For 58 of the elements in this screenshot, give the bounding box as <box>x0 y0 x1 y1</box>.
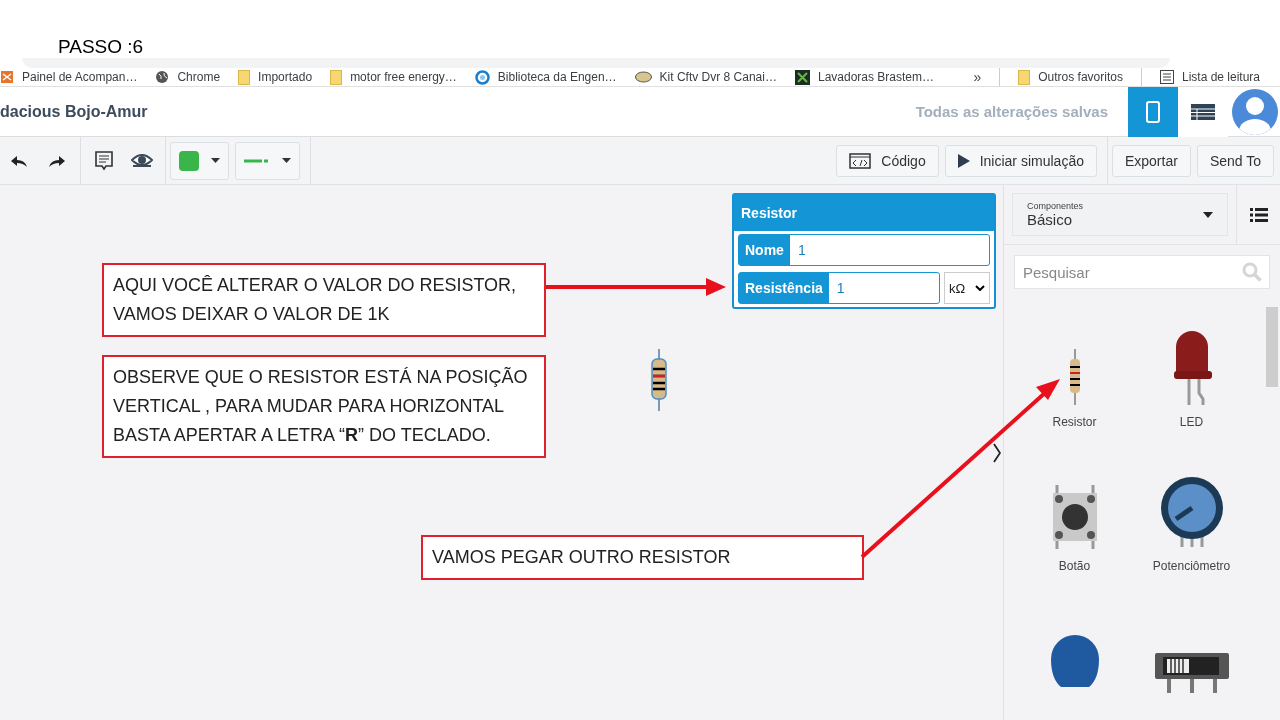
line-style-icon <box>244 157 270 164</box>
search-icon <box>1242 262 1262 282</box>
resistor-drawing[interactable] <box>650 349 668 411</box>
toolbar-button[interactable]: Código <box>836 144 939 177</box>
chip-icon <box>1146 100 1160 123</box>
toolbar-button[interactable]: Send To <box>1196 144 1274 177</box>
toolbar-button[interactable]: Exportar <box>1111 144 1191 177</box>
list-icon <box>1159 70 1174 84</box>
bookmark[interactable]: Kit Cftv Dvr 8 Canai… <box>634 70 777 84</box>
folder-icon <box>238 69 251 85</box>
folder-icon <box>1018 69 1031 85</box>
category-dropdown[interactable]: Componentes Básico <box>1012 193 1228 236</box>
annotation-text: OBSERVE QUE O RESISTOR ESTÁ NA POSIÇÃO VERTICAL , PARA MUDAR PARA HORIZONTAL BASTA APERTAR A LETRA “R” DO TECLADO. <box>102 355 546 458</box>
property-field[interactable]: Resistência 1 <box>738 272 940 304</box>
bookmark[interactable]: Lista de leitura <box>1159 70 1260 84</box>
slide-title: PASSO :6 <box>58 36 144 57</box>
bowl-icon <box>634 70 652 84</box>
component-label: Botão <box>1058 559 1091 573</box>
resistor-drawing <box>1067 349 1082 405</box>
unit-select[interactable]: kΩ <box>944 272 990 304</box>
bookmark[interactable]: Importado <box>238 69 313 85</box>
folder-icon <box>330 69 343 85</box>
color-picker[interactable] <box>170 141 229 180</box>
globe-icon <box>155 70 170 84</box>
component-label: Resistor <box>1052 415 1097 429</box>
color-swatch <box>179 150 199 171</box>
push-button-drawing <box>1050 485 1099 549</box>
component-label: Potenciômetro <box>1152 559 1231 573</box>
toolbar-button[interactable]: Iniciar simulação <box>944 144 1097 177</box>
tile-icon <box>794 69 810 85</box>
table-icon <box>1191 103 1215 120</box>
caret-icon <box>282 158 291 163</box>
scrollbar-thumb[interactable] <box>1266 307 1278 387</box>
caret-icon <box>211 158 220 163</box>
app-icon <box>0 70 14 84</box>
property-field[interactable]: Nome 1 <box>738 234 990 266</box>
save-status: Todas as alterações salvas <box>915 103 1108 120</box>
circuit-canvas[interactable] <box>0 185 1003 720</box>
code-icon <box>849 152 872 169</box>
bookmark[interactable]: Outros favoritos <box>1018 69 1123 85</box>
avatar[interactable] <box>1232 88 1278 135</box>
bookmark[interactable]: Painel de Acompan… <box>0 70 138 84</box>
annotation-text: VAMOS PEGAR OUTRO RESISTOR <box>421 535 864 580</box>
component-label: LED <box>1179 415 1204 429</box>
search-field[interactable]: Pesquisar <box>1014 255 1270 289</box>
more-bookmarks-button[interactable]: » <box>973 69 982 85</box>
ring-icon <box>474 69 490 85</box>
bookmark[interactable]: Lavadoras Brastem… <box>794 69 935 85</box>
caret-icon <box>1203 211 1213 218</box>
potentiometer-drawing <box>1159 477 1224 549</box>
project-title: dacious Bojo-Amur <box>0 102 148 121</box>
chevron-icon <box>975 285 985 291</box>
bookmark[interactable]: Biblioteca da Engen… <box>474 69 617 85</box>
panel-title: Resistor <box>734 195 994 231</box>
annotation-text: AQUI VOCÊ ALTERAR O VALOR DO RESISTOR, VAMOS DEIXAR O VALOR DE 1K <box>102 263 546 337</box>
play-icon <box>957 153 970 168</box>
bookmark[interactable]: Chrome <box>155 70 221 84</box>
bookmark[interactable]: motor free energy… <box>330 69 457 85</box>
